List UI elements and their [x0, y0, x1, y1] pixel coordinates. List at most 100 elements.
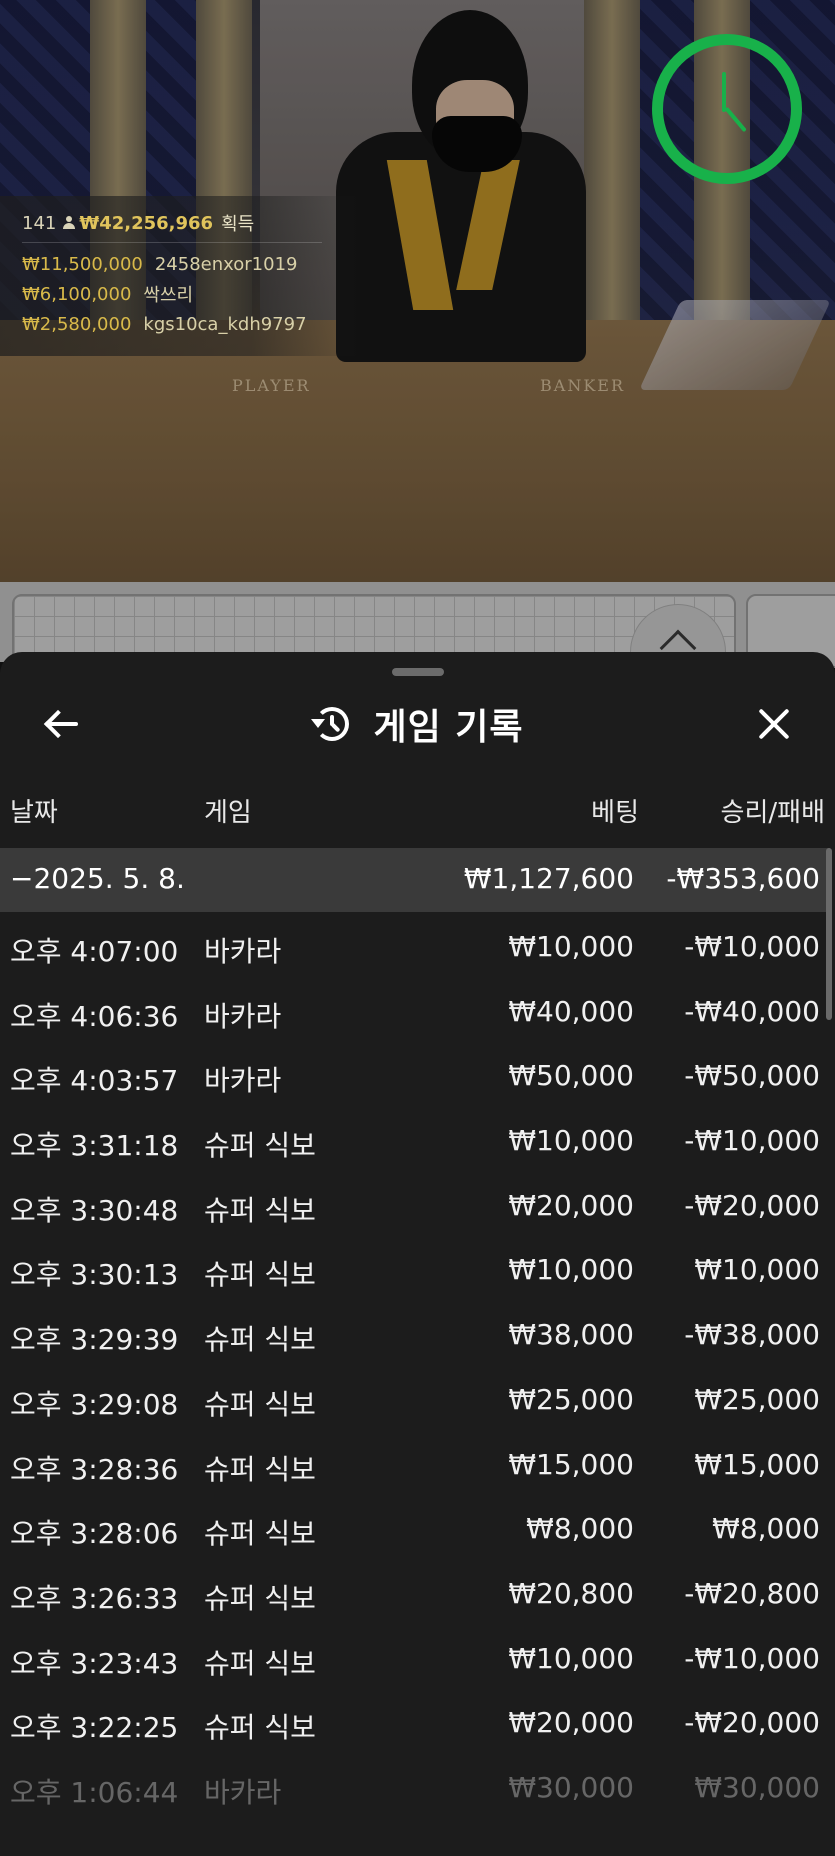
row-bet: ₩20,800	[508, 1576, 634, 1610]
date-group-result: -₩353,600	[666, 862, 820, 895]
row-result: ₩10,000	[694, 1253, 820, 1287]
history-icon	[311, 703, 353, 745]
table-row[interactable]: 오후 3:30:13 슈퍼 식보 ₩10,000 ₩10,000	[0, 1239, 830, 1304]
table-row[interactable]: 오후 3:29:39 슈퍼 식보 ₩38,000 -₩38,000	[0, 1304, 830, 1369]
row-game: 바카라	[204, 935, 282, 968]
row-result: -₩50,000	[684, 1059, 820, 1093]
row-result: ₩30,000	[694, 1770, 820, 1804]
table-row[interactable]: 오후 1:06:44 바카라 ₩30,000 ₩30,000	[0, 1757, 830, 1822]
row-time: 오후 4:03:57	[10, 1064, 179, 1098]
row-game: 슈퍼 식보	[204, 1258, 316, 1292]
row-time: 오후 3:29:39	[10, 1323, 179, 1357]
row-bet: ₩20,000	[508, 1188, 634, 1222]
page-title: 게임 기록	[373, 707, 524, 748]
row-game: 슈퍼 식보	[204, 1193, 316, 1227]
winners-summary: 141 ₩42,256,966 획득	[22, 208, 360, 238]
row-time: 오후 3:23:43	[10, 1646, 179, 1680]
row-bet: ₩15,000	[508, 1447, 634, 1481]
row-game: 슈퍼 식보	[204, 1646, 316, 1680]
row-bet: ₩38,000	[508, 1318, 634, 1352]
table-row[interactable]: 오후 3:28:36 슈퍼 식보 ₩15,000 ₩15,000	[0, 1434, 830, 1499]
row-bet: ₩40,000	[508, 994, 634, 1028]
row-time: 오후 3:30:48	[10, 1193, 179, 1227]
table-row[interactable]: 오후 3:29:08 슈퍼 식보 ₩25,000 ₩25,000	[0, 1369, 830, 1434]
live-video[interactable]: PLAYER BANKER 141 ₩42,256,966 획득 ₩11,500…	[0, 0, 835, 582]
row-game: 슈퍼 식보	[204, 1517, 316, 1551]
row-time: 오후 3:26:33	[10, 1581, 179, 1615]
table-row[interactable]: 오후 3:22:25 슈퍼 식보 ₩20,000 -₩20,000	[0, 1692, 830, 1757]
row-result: ₩25,000	[694, 1382, 820, 1416]
row-game: 바카라	[204, 1775, 282, 1809]
winner-item: ₩6,100,000 싹쓰리	[22, 279, 360, 309]
column-header-bet: 베팅	[591, 798, 639, 828]
table-row[interactable]: 오후 3:26:33 슈퍼 식보 ₩20,800 -₩20,800	[0, 1563, 830, 1628]
table-row[interactable]: 오후 3:28:06 슈퍼 식보 ₩8,000 ₩8,000	[0, 1498, 830, 1563]
table-row[interactable]: 오후 3:23:43 슈퍼 식보 ₩10,000 -₩10,000	[0, 1628, 830, 1693]
row-game: 슈퍼 식보	[204, 1452, 316, 1486]
row-result: ₩15,000	[694, 1447, 820, 1481]
row-bet: ₩10,000	[508, 1124, 634, 1158]
row-time: 오후 3:30:13	[10, 1258, 179, 1292]
row-result: -₩10,000	[684, 1641, 820, 1675]
winner-item: ₩11,500,000 2458enxor1019	[22, 249, 360, 279]
date-group-row[interactable]: −2025. 5. 8. ₩1,127,600 -₩353,600	[0, 848, 830, 912]
divider	[22, 242, 322, 243]
table-row[interactable]: 오후 4:06:36 바카라 ₩40,000 -₩40,000	[0, 981, 830, 1046]
row-bet: ₩30,000	[508, 1770, 634, 1804]
row-time: 오후 3:22:25	[10, 1711, 179, 1745]
row-result: -₩20,800	[684, 1576, 820, 1610]
winner-name: kgs10ca_kdh9797	[143, 313, 307, 335]
row-result: ₩8,000	[712, 1512, 820, 1546]
winner-name: 싹쓰리	[143, 285, 194, 306]
timer-hand	[722, 72, 726, 112]
table-row[interactable]: 오후 4:07:00 바카라 ₩10,000 -₩10,000	[0, 916, 830, 981]
date-group-bet: ₩1,127,600	[463, 862, 634, 895]
date-group-date: −2025. 5. 8.	[10, 862, 185, 895]
row-time: 오후 3:31:18	[10, 1129, 179, 1163]
winners-panel: 141 ₩42,256,966 획득 ₩11,500,000 2458enxor…	[0, 196, 360, 356]
row-game: 슈퍼 식보	[204, 1711, 316, 1745]
person-icon	[62, 216, 76, 230]
winner-amount: ₩2,580,000	[22, 313, 132, 335]
row-time: 오후 4:07:00	[10, 935, 179, 968]
row-game: 슈퍼 식보	[204, 1581, 316, 1615]
column-header-result: 승리/패배	[720, 798, 825, 828]
row-bet: ₩8,000	[526, 1512, 634, 1546]
row-time: 오후 4:06:36	[10, 999, 179, 1033]
table-row[interactable]: 오후 3:31:18 슈퍼 식보 ₩10,000 -₩10,000	[0, 1110, 830, 1175]
winner-item: ₩2,580,000 kgs10ca_kdh9797	[22, 309, 360, 339]
winner-name: 2458enxor1019	[154, 253, 298, 275]
table-row[interactable]: 오후 4:03:57 바카라 ₩50,000 -₩50,000	[0, 1045, 830, 1110]
row-game: 바카라	[204, 1064, 282, 1098]
table-row[interactable]: 오후 3:30:48 슈퍼 식보 ₩20,000 -₩20,000	[0, 1175, 830, 1240]
close-icon[interactable]	[752, 702, 796, 746]
history-list: 오후 4:07:00 바카라 ₩10,000 -₩10,000 오후 4:06:…	[0, 916, 830, 1822]
row-time: 오후 3:28:06	[10, 1517, 179, 1551]
table-header: 날짜 게임 베팅 승리/패배	[0, 792, 835, 832]
winner-amount: ₩11,500,000	[22, 253, 143, 275]
row-bet: ₩10,000	[508, 930, 634, 963]
scrollbar-thumb[interactable]	[826, 848, 832, 1020]
row-time: 오후 3:28:36	[10, 1452, 179, 1486]
winners-count: 141	[22, 212, 57, 234]
sheet-title-wrap: 게임 기록	[0, 698, 835, 750]
row-game: 슈퍼 식보	[204, 1129, 316, 1163]
row-bet: ₩25,000	[508, 1382, 634, 1416]
row-bet: ₩10,000	[508, 1641, 634, 1675]
game-history-sheet: 게임 기록 날짜 게임 베팅 승리/패배 −2025. 5. 8. ₩1,127…	[0, 652, 835, 1856]
column-header-game: 게임	[204, 798, 252, 828]
row-result: -₩20,000	[684, 1706, 820, 1740]
sheet-drag-handle[interactable]	[392, 668, 444, 676]
row-time: 오후 1:06:44	[10, 1775, 179, 1809]
row-game: 슈퍼 식보	[204, 1323, 316, 1357]
row-result: -₩10,000	[684, 930, 820, 963]
row-result: -₩40,000	[684, 994, 820, 1028]
row-time: 오후 3:29:08	[10, 1387, 179, 1421]
row-game: 슈퍼 식보	[204, 1387, 316, 1421]
row-bet: ₩10,000	[508, 1253, 634, 1287]
row-result: -₩10,000	[684, 1124, 820, 1158]
row-bet: ₩50,000	[508, 1059, 634, 1093]
row-result: -₩38,000	[684, 1318, 820, 1352]
row-result: -₩20,000	[684, 1188, 820, 1222]
sheet-header: 게임 기록	[0, 692, 835, 756]
